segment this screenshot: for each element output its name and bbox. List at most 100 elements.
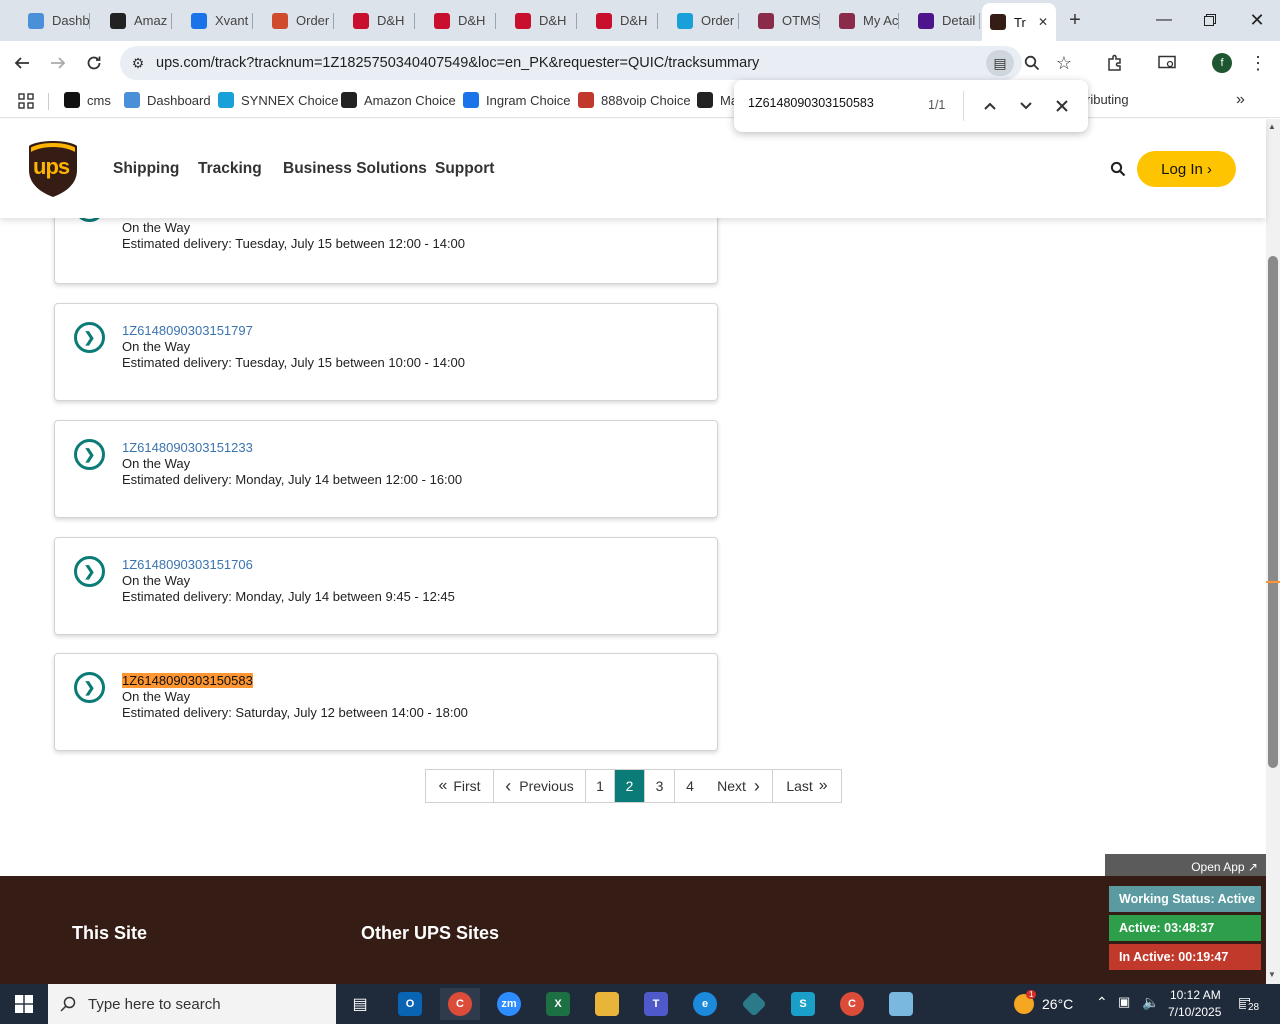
bookmark-item[interactable]: SYNNEX Choice xyxy=(218,92,339,108)
last-page-button[interactable]: Last » xyxy=(773,770,841,802)
nav-tracking[interactable]: Tracking xyxy=(198,160,262,178)
app-diamond-icon[interactable] xyxy=(734,988,774,1020)
tracking-number-link[interactable]: 1Z6148090303151797 xyxy=(122,323,253,338)
back-button[interactable] xyxy=(8,50,36,76)
zoom-app-icon[interactable]: zm xyxy=(489,988,529,1020)
browser-tab[interactable]: Dashb xyxy=(10,6,90,35)
cast-icon[interactable] xyxy=(1153,50,1181,76)
menu-kebab-icon[interactable]: ⋮ xyxy=(1244,50,1272,76)
bookmarks-overflow-icon[interactable]: » xyxy=(1236,91,1245,109)
file-explorer-icon[interactable] xyxy=(587,988,627,1020)
new-tab-button[interactable]: + xyxy=(1063,8,1087,32)
tray-chevron-up-icon[interactable]: ⌃ xyxy=(1096,994,1108,1011)
clock-date[interactable]: 7/10/2025 xyxy=(1168,1005,1221,1019)
outlook-icon[interactable]: O xyxy=(390,988,430,1020)
ups-logo[interactable]: ups xyxy=(28,140,78,198)
first-page-button[interactable]: « First xyxy=(426,770,494,802)
bookmark-item[interactable]: Amazon Choice xyxy=(341,92,456,108)
tracking-number-link[interactable]: 1Z6148090303151233 xyxy=(122,440,253,455)
browser-tab[interactable]: Amaz xyxy=(92,6,172,35)
find-input[interactable] xyxy=(748,96,908,110)
page-number-button[interactable]: 4 xyxy=(675,770,705,802)
start-button[interactable] xyxy=(4,988,44,1020)
shipment-card[interactable]: ❯ 1Z6148090303151233 On the Way Estimated d… xyxy=(54,420,718,518)
scroll-up-arrow-icon[interactable]: ▲ xyxy=(1268,122,1276,131)
find-previous-button[interactable] xyxy=(978,94,1002,118)
bookmark-star-icon[interactable]: ☆ xyxy=(1050,50,1078,76)
open-app-button[interactable]: Open App ↗ xyxy=(1105,854,1266,876)
bookmark-item[interactable]: Dashboard xyxy=(124,92,211,108)
tracking-number-link[interactable]: 1Z6148090303151706 xyxy=(122,557,253,572)
tab-label: Order xyxy=(701,13,735,28)
task-view-icon[interactable]: ▤ xyxy=(340,988,380,1020)
browser-tab[interactable]: Detail xyxy=(900,6,980,35)
browser-tab[interactable]: Order xyxy=(254,6,334,35)
expand-chevron-icon[interactable]: ❯ xyxy=(74,322,105,353)
browser-tab[interactable]: D&H xyxy=(497,6,577,35)
notepad-icon[interactable] xyxy=(881,988,921,1020)
bookmark-item[interactable]: 888voip Choice xyxy=(578,92,691,108)
profile-avatar[interactable]: f xyxy=(1208,50,1236,76)
find-in-page-icon[interactable]: ▤ xyxy=(986,50,1014,76)
app-s-icon[interactable]: S xyxy=(783,988,823,1020)
next-page-button[interactable]: Next › xyxy=(705,770,773,802)
browser-tab[interactable]: OTMS xyxy=(740,6,820,35)
site-search-icon[interactable] xyxy=(1110,161,1126,182)
browser-tab[interactable]: My Ac xyxy=(821,6,899,35)
shipment-card[interactable]: ❯ 1Z6148090303150583 On the Way Estimated d… xyxy=(54,653,718,751)
clock-time[interactable]: 10:12 AM xyxy=(1170,988,1221,1002)
bookmark-item[interactable]: Ma xyxy=(697,92,738,108)
restore-button[interactable] xyxy=(1187,0,1233,40)
find-close-button[interactable] xyxy=(1050,94,1074,118)
nav-shipping[interactable]: Shipping xyxy=(113,160,179,178)
edge-icon[interactable]: e xyxy=(685,988,725,1020)
reload-button[interactable] xyxy=(80,50,108,76)
weather-icon[interactable]: 1 xyxy=(1004,988,1044,1020)
address-bar[interactable]: ⚙ ups.com/track?tracknum=1Z1825750340407… xyxy=(120,46,1022,80)
network-icon[interactable]: ▣ xyxy=(1118,994,1130,1010)
login-button[interactable]: Log In › xyxy=(1137,151,1236,187)
browser-tab[interactable]: D&H xyxy=(578,6,658,35)
bookmark-label: Dashboard xyxy=(147,92,211,108)
page-number-button[interactable]: 1 xyxy=(586,770,615,802)
zoom-icon[interactable] xyxy=(1018,50,1046,76)
minimize-button[interactable]: — xyxy=(1141,0,1187,40)
find-next-button[interactable] xyxy=(1014,94,1038,118)
taskbar-search-box[interactable]: Type here to search xyxy=(48,984,336,1024)
bookmark-item[interactable]: cms xyxy=(64,92,111,108)
browser-tab[interactable]: D&H xyxy=(335,6,415,35)
apps-grid-icon[interactable] xyxy=(18,93,34,114)
next-label: Next xyxy=(717,778,746,794)
browser-tab[interactable]: Xvant xyxy=(173,6,253,35)
extensions-icon[interactable] xyxy=(1101,50,1129,76)
nav-support[interactable]: Support xyxy=(435,160,494,178)
volume-icon[interactable]: 🔈 xyxy=(1142,994,1159,1011)
expand-chevron-icon[interactable]: ❯ xyxy=(74,439,105,470)
chrome-profile-icon[interactable]: C xyxy=(832,988,872,1020)
scrollbar-thumb[interactable] xyxy=(1268,256,1278,768)
expand-chevron-icon[interactable]: ❯ xyxy=(74,556,105,587)
forward-button[interactable] xyxy=(44,50,72,76)
xvant-icon xyxy=(191,12,207,29)
close-window-button[interactable]: ✕ xyxy=(1234,0,1280,40)
nav-business-solutions[interactable]: Business Solutions xyxy=(283,160,427,178)
tracking-number-link[interactable]: 1Z6148090303150583 xyxy=(122,673,253,688)
excel-icon[interactable]: X xyxy=(538,988,578,1020)
shipment-card[interactable]: ❯ 1Z6148090303151706 On the Way Estimated d… xyxy=(54,537,718,635)
page-number-button[interactable]: 2 xyxy=(615,770,645,802)
previous-page-button[interactable]: ‹ Previous xyxy=(494,770,586,802)
tab-close-icon[interactable]: ✕ xyxy=(1038,15,1048,29)
expand-chevron-icon[interactable]: ❯ xyxy=(74,672,105,703)
chrome-icon[interactable]: C xyxy=(440,988,480,1020)
bookmark-item[interactable]: ributing xyxy=(1086,92,1129,107)
bookmark-item[interactable]: Ingram Choice xyxy=(463,92,571,108)
notification-center-icon[interactable]: ▤ 28 xyxy=(1238,994,1262,1013)
browser-tab[interactable]: D&H xyxy=(416,6,496,35)
page-number-button[interactable]: 3 xyxy=(645,770,675,802)
browser-tab[interactable]: Tr ✕ xyxy=(982,3,1056,41)
site-settings-icon[interactable]: ⚙ xyxy=(120,55,156,72)
scroll-down-arrow-icon[interactable]: ▼ xyxy=(1268,970,1276,979)
teams-icon[interactable]: T xyxy=(636,988,676,1020)
shipment-card[interactable]: ❯ 1Z6148090303151797 On the Way Estimated d… xyxy=(54,303,718,401)
browser-tab[interactable]: Order xyxy=(659,6,739,35)
